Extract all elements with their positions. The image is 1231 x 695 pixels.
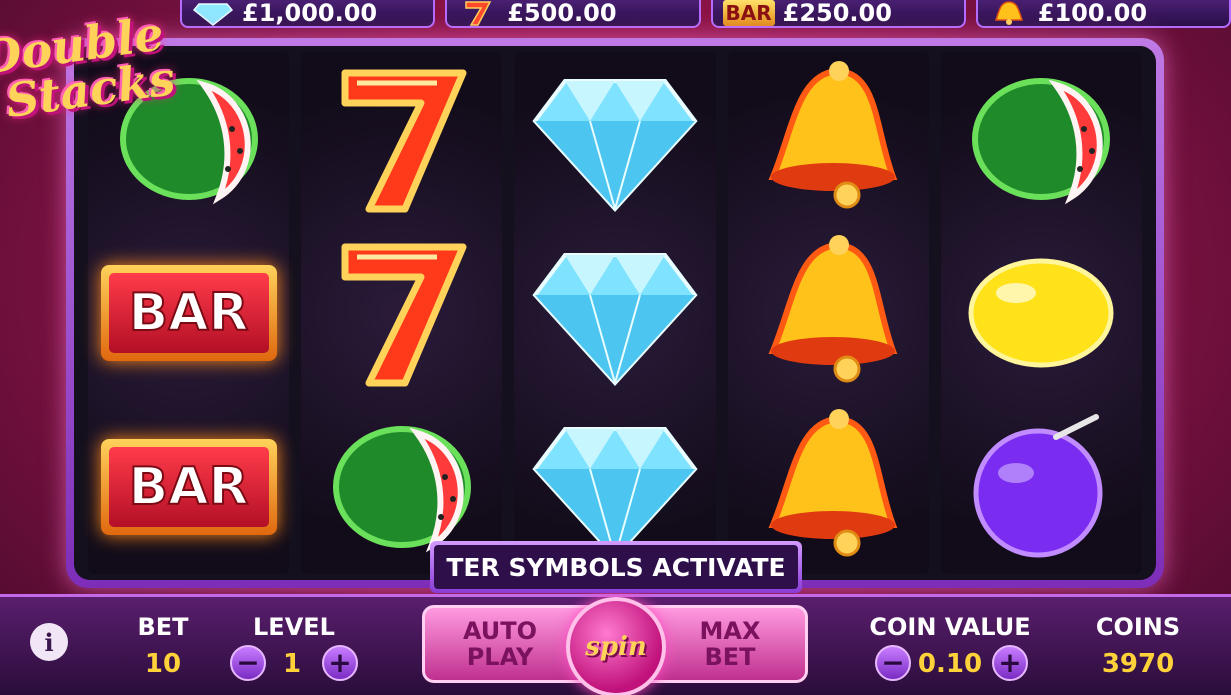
plum-icon	[946, 402, 1136, 572]
coin-value-minus-button[interactable]: −	[875, 645, 911, 681]
paytable-amount: £250.00	[782, 0, 892, 27]
message-banner: TER SYMBOLS ACTIVATE	[430, 541, 802, 593]
reel-frame: BAR BAR	[66, 38, 1164, 588]
bar-symbol: BAR	[100, 439, 277, 535]
bell-icon	[733, 228, 923, 398]
paytable-item-bar: BAR £250.00	[710, 0, 966, 28]
bar-symbol-text: BAR	[108, 447, 269, 527]
paytable-item-diamond: £1,000.00	[180, 0, 436, 28]
level-minus-button[interactable]: −	[230, 645, 266, 681]
diamond-icon	[520, 54, 710, 224]
coin-value-label: COIN VALUE	[869, 613, 1031, 641]
paytable-amount: £1,000.00	[242, 0, 378, 27]
reel-5	[940, 52, 1143, 574]
seven-icon	[307, 228, 497, 398]
reel-1: BAR BAR	[88, 52, 290, 574]
reel-4	[727, 52, 929, 574]
paytable-item-bell: £100.00	[975, 0, 1231, 28]
seven-icon	[457, 0, 499, 26]
info-button[interactable]: i	[30, 623, 68, 661]
coins-value: 3970	[1101, 649, 1175, 679]
reels[interactable]: BAR BAR	[74, 46, 1156, 580]
reel-3	[514, 52, 716, 574]
bar-icon: BAR	[94, 228, 284, 398]
bar-symbol: BAR	[100, 265, 277, 361]
watermelon-icon	[946, 54, 1136, 224]
level-label: LEVEL	[253, 613, 335, 641]
coin-value: 0.10	[917, 649, 983, 679]
bar-symbol-text: BAR	[108, 273, 269, 353]
bar-icon: BAR	[94, 402, 284, 572]
coins-label: COINS	[1095, 613, 1181, 641]
control-bar: i BET 10 LEVEL − 1 + AUTO PLAY spin MAX …	[0, 594, 1231, 695]
paytable-amount: £500.00	[507, 0, 617, 27]
max-bet-line-1: MAX	[699, 617, 761, 645]
lemon-icon	[946, 228, 1136, 398]
bell-icon	[733, 54, 923, 224]
reel-2	[301, 52, 503, 574]
bet-label: BET	[137, 613, 189, 641]
autoplay-line-2: PLAY	[466, 643, 534, 671]
bet-value: 10	[144, 649, 182, 679]
paytable-amount: £100.00	[1037, 0, 1148, 27]
paytable-item-seven: £500.00	[445, 0, 701, 28]
coin-value-plus-button[interactable]: +	[992, 645, 1028, 681]
autoplay-line-1: AUTO	[462, 617, 538, 645]
spin-button[interactable]: spin	[566, 597, 666, 695]
banner-text: TER SYMBOLS ACTIVATE	[434, 545, 798, 589]
level-value: 1	[282, 649, 302, 679]
bell-icon	[988, 0, 1030, 26]
max-bet-line-2: BET	[704, 643, 756, 671]
diamond-icon	[192, 0, 234, 26]
bar-icon: BAR	[722, 0, 775, 26]
seven-icon	[307, 54, 497, 224]
level-plus-button[interactable]: +	[322, 645, 358, 681]
diamond-icon	[520, 228, 710, 398]
